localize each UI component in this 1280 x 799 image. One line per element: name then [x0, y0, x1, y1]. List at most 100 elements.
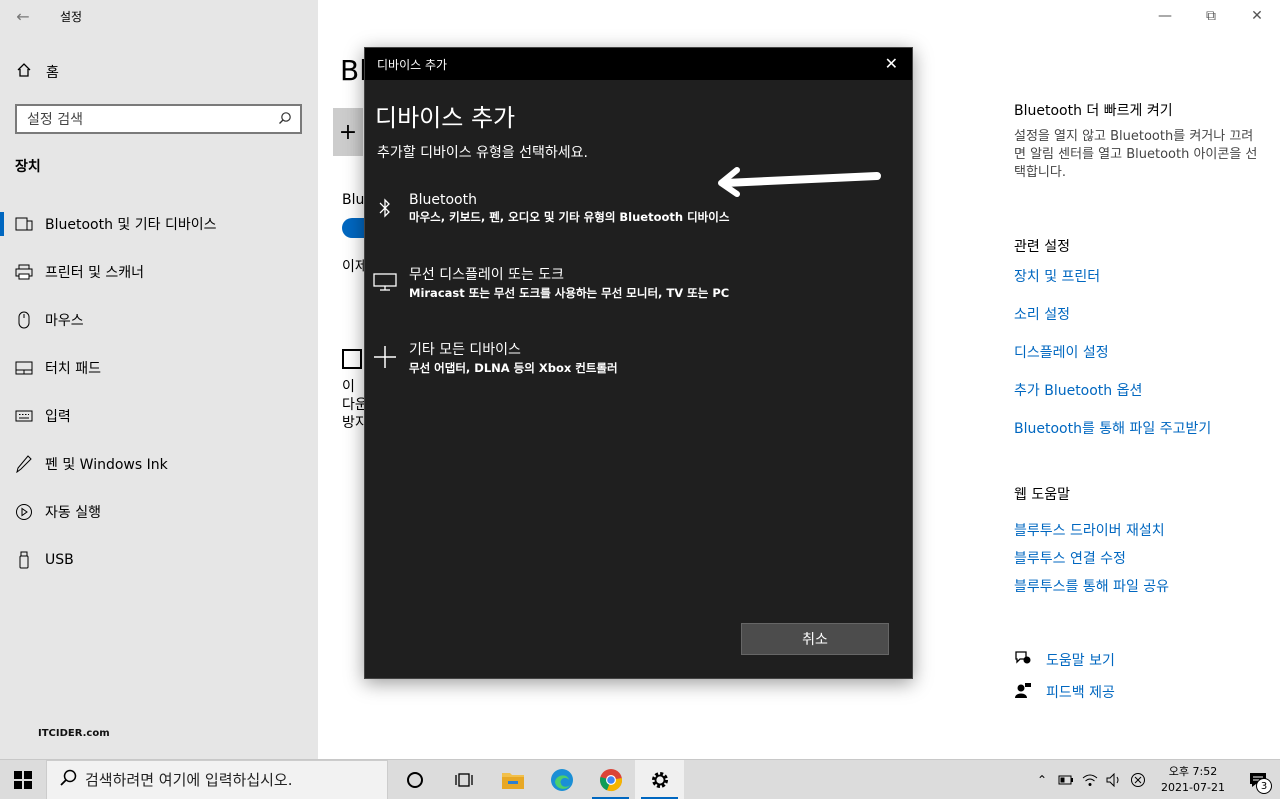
sidebar-item-pen[interactable]: 펜 및 Windows Ink [0, 440, 318, 488]
feedback-person-icon [1014, 682, 1046, 702]
bluetooth-icon [371, 198, 399, 218]
pen-icon [14, 455, 34, 473]
add-device-dialog: 디바이스 추가 ✕ 디바이스 추가 추가할 디바이스 유형을 선택하세요. Bl… [364, 47, 913, 679]
link-sound-settings[interactable]: 소리 설정 [1014, 304, 1264, 324]
task-view-icon[interactable] [439, 760, 488, 799]
touchpad-icon [14, 361, 34, 375]
help-chat-icon [1014, 650, 1046, 670]
feedback-label: 피드백 제공 [1046, 685, 1115, 701]
dialog-close-icon[interactable]: ✕ [885, 54, 898, 73]
back-arrow-icon[interactable]: ← [0, 0, 46, 32]
app-title: 설정 [60, 9, 83, 24]
page-title: Bl [340, 54, 367, 87]
link-reinstall-driver[interactable]: 블루투스 드라이버 재설치 [1014, 520, 1264, 540]
chevron-up-icon[interactable]: ⌃ [1030, 760, 1054, 799]
sidebar-item-printers[interactable]: 프린터 및 스캐너 [0, 248, 318, 296]
search-icon [59, 769, 77, 791]
sidebar-item-label: 입력 [45, 409, 71, 425]
title-bar: ← 설정 [0, 0, 82, 32]
wifi-icon[interactable] [1078, 760, 1102, 799]
home-icon [16, 62, 34, 82]
usb-icon [14, 551, 34, 569]
settings-sidebar: ← 설정 홈 설정 검색 장치 Bluetooth 및 기타 디바이스 프린터 … [0, 0, 318, 759]
mouse-icon [14, 311, 34, 329]
volume-icon[interactable] [1102, 760, 1126, 799]
sidebar-item-label: 터치 패드 [45, 361, 101, 377]
bluetooth-toggle[interactable] [342, 218, 364, 238]
sidebar-item-touchpad[interactable]: 터치 패드 [0, 344, 318, 392]
sidebar-item-label: 펜 및 Windows Ink [45, 457, 168, 473]
sidebar-item-label: 마우스 [45, 313, 84, 329]
related-title: 관련 설정 [1014, 239, 1070, 255]
search-icon[interactable] [278, 111, 292, 129]
sidebar-item-bluetooth[interactable]: Bluetooth 및 기타 디바이스 [0, 200, 318, 248]
cancel-button[interactable]: 취소 [741, 623, 889, 655]
system-clock[interactable]: 오후 7:52 2021-07-21 [1150, 764, 1236, 796]
option-everything-else[interactable]: 기타 모든 디바이스 무선 어댑터, DLNA 등의 Xbox 컨트롤러 [371, 333, 891, 381]
action-center-icon[interactable]: 3 [1236, 760, 1280, 799]
taskbar-search-placeholder: 검색하려면 여기에 입력하십시오. [85, 771, 293, 789]
sidebar-item-label: Bluetooth 및 기타 디바이스 [45, 217, 217, 233]
option-description: 마우스, 키보드, 펜, 오디오 및 기타 유형의 Bluetooth 디바이스 [409, 209, 730, 224]
keyboard-icon [14, 410, 34, 422]
home-label: 홈 [46, 65, 59, 81]
settings-search-input[interactable]: 설정 검색 [15, 104, 302, 134]
edge-browser-icon[interactable] [537, 760, 586, 799]
restore-icon[interactable]: ⧉ [1188, 0, 1234, 32]
network-disconnected-icon[interactable] [1126, 760, 1150, 799]
cortana-icon[interactable] [390, 760, 439, 799]
feedback-link[interactable]: 피드백 제공 [1014, 682, 1264, 702]
section-title: 장치 [15, 159, 41, 175]
option-description: 무선 어댑터, DLNA 등의 Xbox 컨트롤러 [409, 360, 618, 375]
dialog-heading: 디바이스 추가 [375, 104, 516, 132]
monitor-icon [371, 273, 399, 291]
link-display-settings[interactable]: 디스플레이 설정 [1014, 342, 1264, 362]
link-more-bluetooth-options[interactable]: 추가 Bluetooth 옵션 [1014, 380, 1264, 400]
quick-title: Bluetooth 더 빠르게 켜기 [1014, 103, 1173, 119]
link-devices-printers[interactable]: 장치 및 프린터 [1014, 266, 1264, 286]
window-controls: — ⧉ ✕ [1142, 0, 1280, 32]
get-help-label: 도움말 보기 [1046, 653, 1115, 669]
annotation-arrow [718, 167, 881, 197]
chrome-browser-icon[interactable] [586, 760, 635, 799]
option-title: Bluetooth [409, 191, 477, 208]
sidebar-item-typing[interactable]: 입력 [0, 392, 318, 440]
sidebar-item-mouse[interactable]: 마우스 [0, 296, 318, 344]
option-wireless-display[interactable]: 무선 디스플레이 또는 도크 Miracast 또는 무선 도크를 사용하는 무… [371, 258, 891, 306]
link-share-files[interactable]: 블루투스를 통해 파일 공유 [1014, 576, 1264, 596]
sidebar-nav: Bluetooth 및 기타 디바이스 프린터 및 스캐너 마우스 터치 패드 … [0, 200, 318, 584]
settings-gear-icon[interactable] [635, 759, 684, 799]
battery-icon[interactable] [1054, 760, 1078, 799]
autoplay-icon [14, 503, 34, 521]
option-title: 기타 모든 디바이스 [409, 341, 521, 358]
link-fix-connection[interactable]: 블루투스 연결 수정 [1014, 548, 1264, 568]
windows-start-icon[interactable] [0, 760, 46, 799]
metered-checkbox[interactable] [342, 349, 362, 369]
get-help-link[interactable]: 도움말 보기 [1014, 650, 1264, 670]
bluetooth-devices-icon [14, 216, 34, 232]
taskbar: 검색하려면 여기에 입력하십시오. ⌃ 오후 7:52 2021-07-21 3 [0, 759, 1280, 799]
minimize-icon[interactable]: — [1142, 0, 1188, 32]
clock-date: 2021-07-21 [1161, 781, 1225, 794]
help-title: 웹 도움말 [1014, 487, 1070, 503]
dialog-title: 디바이스 추가 [377, 57, 448, 72]
sidebar-item-autoplay[interactable]: 자동 실행 [0, 488, 318, 536]
search-placeholder: 설정 검색 [27, 112, 83, 128]
add-button-glyph: + [338, 119, 358, 145]
nav-home[interactable]: 홈 [16, 62, 59, 82]
file-explorer-icon[interactable] [488, 760, 537, 799]
sidebar-item-label: 프린터 및 스캐너 [45, 265, 145, 281]
system-tray: ⌃ 오후 7:52 2021-07-21 3 [1030, 760, 1280, 799]
link-send-receive-files[interactable]: Bluetooth를 통해 파일 주고받기 [1014, 418, 1264, 438]
quick-description: 설정을 열지 않고 Bluetooth를 켜거나 끄려면 알림 센터를 열고 B… [1014, 129, 1258, 180]
watermark-logo: ITCIDER.com [38, 728, 110, 739]
sidebar-item-usb[interactable]: USB [0, 536, 318, 584]
sidebar-item-label: 자동 실행 [45, 505, 101, 521]
taskbar-search-input[interactable]: 검색하려면 여기에 입력하십시오. [46, 759, 388, 799]
close-icon[interactable]: ✕ [1234, 0, 1280, 32]
right-panel: Bluetooth 더 빠르게 켜기 설정을 열지 않고 Bluetooth를 … [1014, 100, 1264, 702]
dialog-subtitle: 추가할 디바이스 유형을 선택하세요. [377, 145, 588, 161]
option-title: 무선 디스플레이 또는 도크 [409, 266, 565, 283]
clock-time: 오후 7:52 [1168, 765, 1218, 778]
add-device-button[interactable]: + [333, 108, 363, 156]
